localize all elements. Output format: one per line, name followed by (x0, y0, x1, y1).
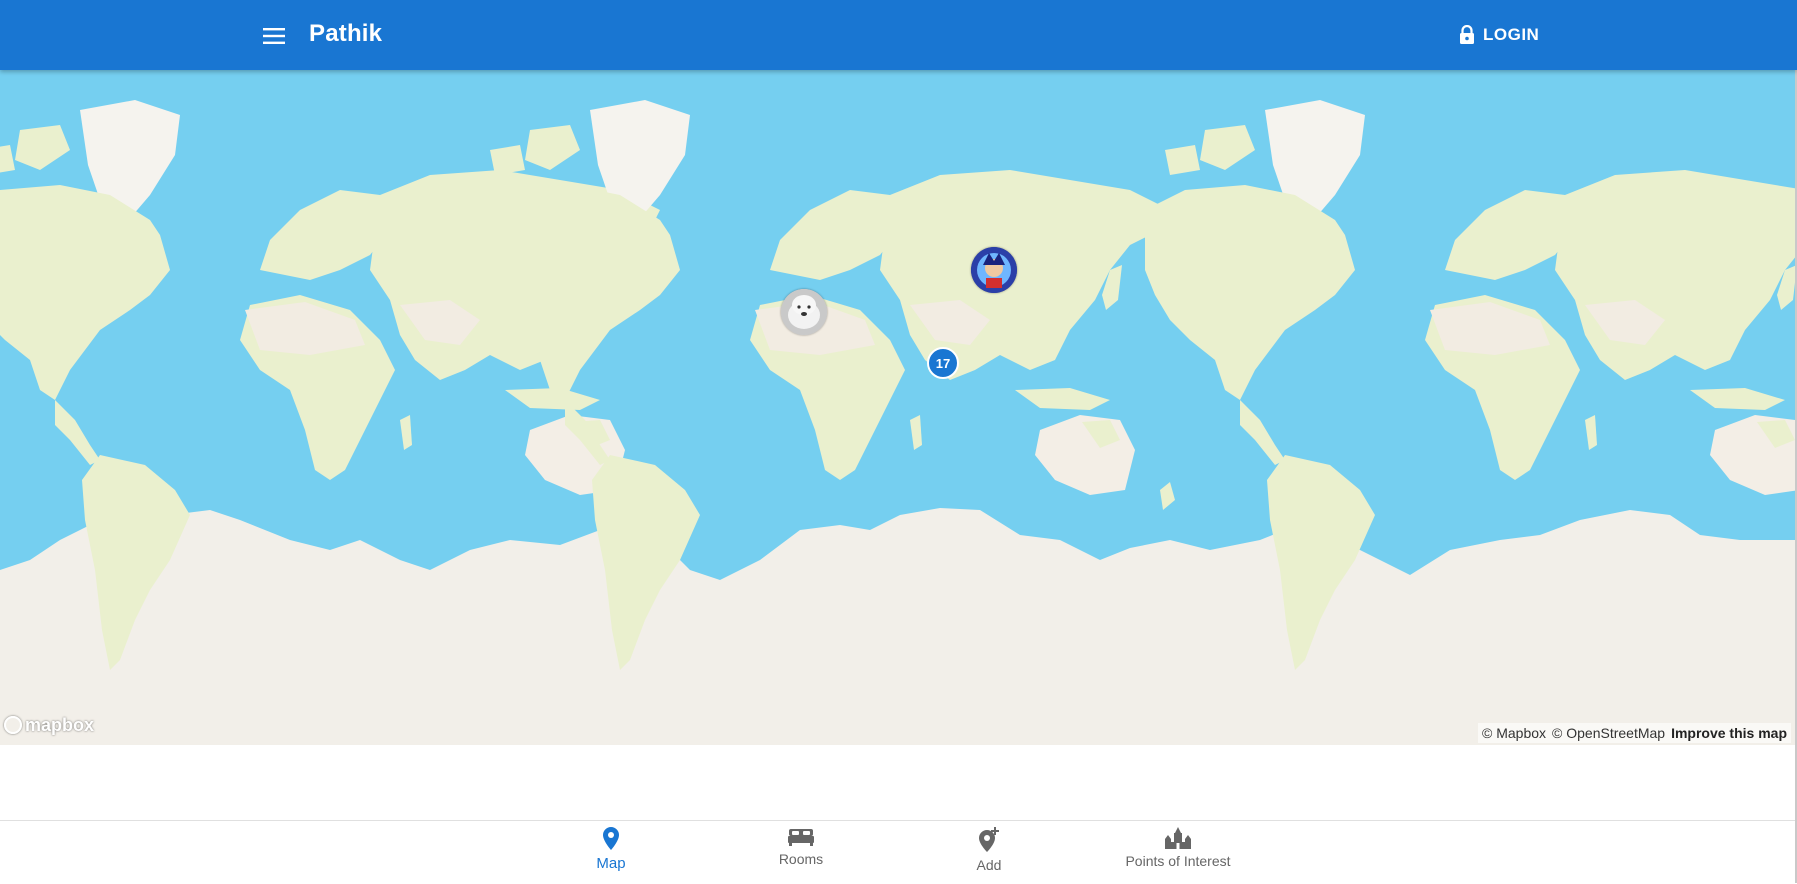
lock-icon (1460, 25, 1474, 44)
nav-label-map: Map (596, 855, 626, 872)
nav-item-add[interactable]: Add (909, 827, 1069, 881)
mapbox-logo-icon (4, 716, 22, 734)
dog-avatar-icon (781, 289, 827, 335)
mapbox-logo-text: mapbox (25, 714, 95, 735)
app-bar: Pathik LOGIN (0, 0, 1797, 70)
landmark-icon (1165, 827, 1191, 849)
improve-map-link[interactable]: Improve this map (1671, 725, 1787, 741)
menu-icon (263, 28, 285, 44)
user-avatar-marker[interactable] (781, 289, 827, 335)
user-avatar-marker[interactable] (971, 247, 1017, 293)
bed-icon (788, 829, 814, 846)
login-button[interactable]: LOGIN (1451, 18, 1547, 52)
login-label: LOGIN (1483, 25, 1540, 44)
world-map[interactable]: 17 mapbox © Mapbox © OpenStreetMap Impro… (0, 70, 1797, 745)
cluster-marker[interactable]: 17 (927, 347, 959, 379)
nav-item-points-of-interest[interactable]: Points of Interest (1098, 827, 1258, 881)
add-location-icon (979, 827, 999, 852)
nav-label-points-of-interest: Points of Interest (1125, 853, 1231, 869)
menu-button[interactable] (254, 16, 294, 56)
mapbox-logo[interactable]: mapbox (4, 714, 94, 736)
bottom-navigation: Map Rooms Add Points of Interest (0, 820, 1797, 884)
nav-item-map[interactable]: Map (531, 827, 691, 881)
map-attribution: © Mapbox © OpenStreetMap Improve this ma… (1478, 723, 1791, 743)
map-tiles (0, 100, 1797, 745)
osm-attribution-link[interactable]: © OpenStreetMap (1552, 725, 1665, 741)
nav-item-rooms[interactable]: Rooms (721, 827, 881, 881)
app-title: Pathik (309, 20, 383, 47)
anime-avatar-icon (971, 247, 1017, 293)
nav-label-add: Add (976, 857, 1002, 873)
mapbox-attribution-link[interactable]: © Mapbox (1482, 725, 1546, 741)
map-pin-icon (603, 827, 619, 850)
nav-label-rooms: Rooms (778, 851, 824, 867)
